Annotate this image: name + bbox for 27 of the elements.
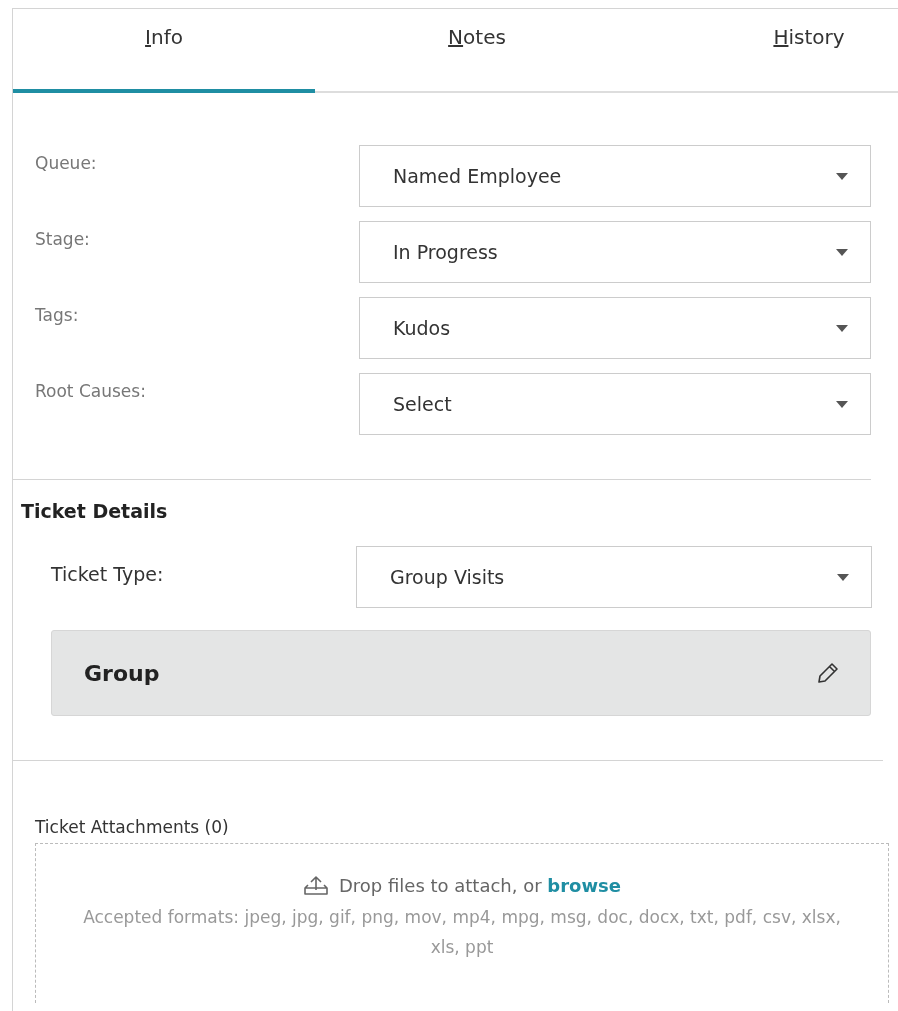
- browse-link[interactable]: browse: [547, 874, 622, 896]
- dropdown[interactable]: Kudos: [359, 297, 871, 359]
- caret-icon: [837, 573, 849, 581]
- field-label: Stage:: [35, 228, 90, 249]
- dropdown[interactable]: Select: [359, 373, 871, 435]
- card-title: Group: [84, 660, 160, 686]
- pencil-icon[interactable]: [816, 661, 840, 685]
- field-label: Root Causes:: [35, 380, 146, 401]
- tab[interactable]: Info: [13, 9, 315, 93]
- field-label: Tags:: [35, 304, 79, 325]
- caret-icon: [836, 400, 848, 408]
- section-heading: Ticket Details: [21, 500, 168, 522]
- drop-zone[interactable]: Drop files to attach, or browse Accepted formats: jpeg, jpg, gif, png, mov, mp4, mpg, msg, doc, docx, txt, pdf, csv, xlsx, xls, ppt: [35, 843, 889, 1003]
- caret-icon: [836, 172, 848, 180]
- field-label: Ticket Type:: [51, 563, 164, 585]
- field-label: Queue:: [35, 152, 97, 173]
- formats-hint: Accepted formats: jpeg, jpg, gif, png, mov, mp4, mpg, msg, doc, docx, txt, pdf, csv, xlsx, xls, ppt: [82, 906, 842, 959]
- section-heading: Ticket Attachments (0): [35, 817, 229, 837]
- upload-icon: [302, 874, 329, 896]
- caret-icon: [836, 248, 848, 256]
- dropdown[interactable]: Named Employee: [359, 145, 871, 207]
- dropdown[interactable]: In Progress: [359, 221, 871, 283]
- tab[interactable]: History: [639, 9, 898, 93]
- caret-icon: [836, 324, 848, 332]
- tab[interactable]: Notes: [315, 9, 639, 93]
- drop-hint: Drop files to attach, or browse: [338, 874, 622, 896]
- dropdown[interactable]: Group Visits: [356, 546, 872, 608]
